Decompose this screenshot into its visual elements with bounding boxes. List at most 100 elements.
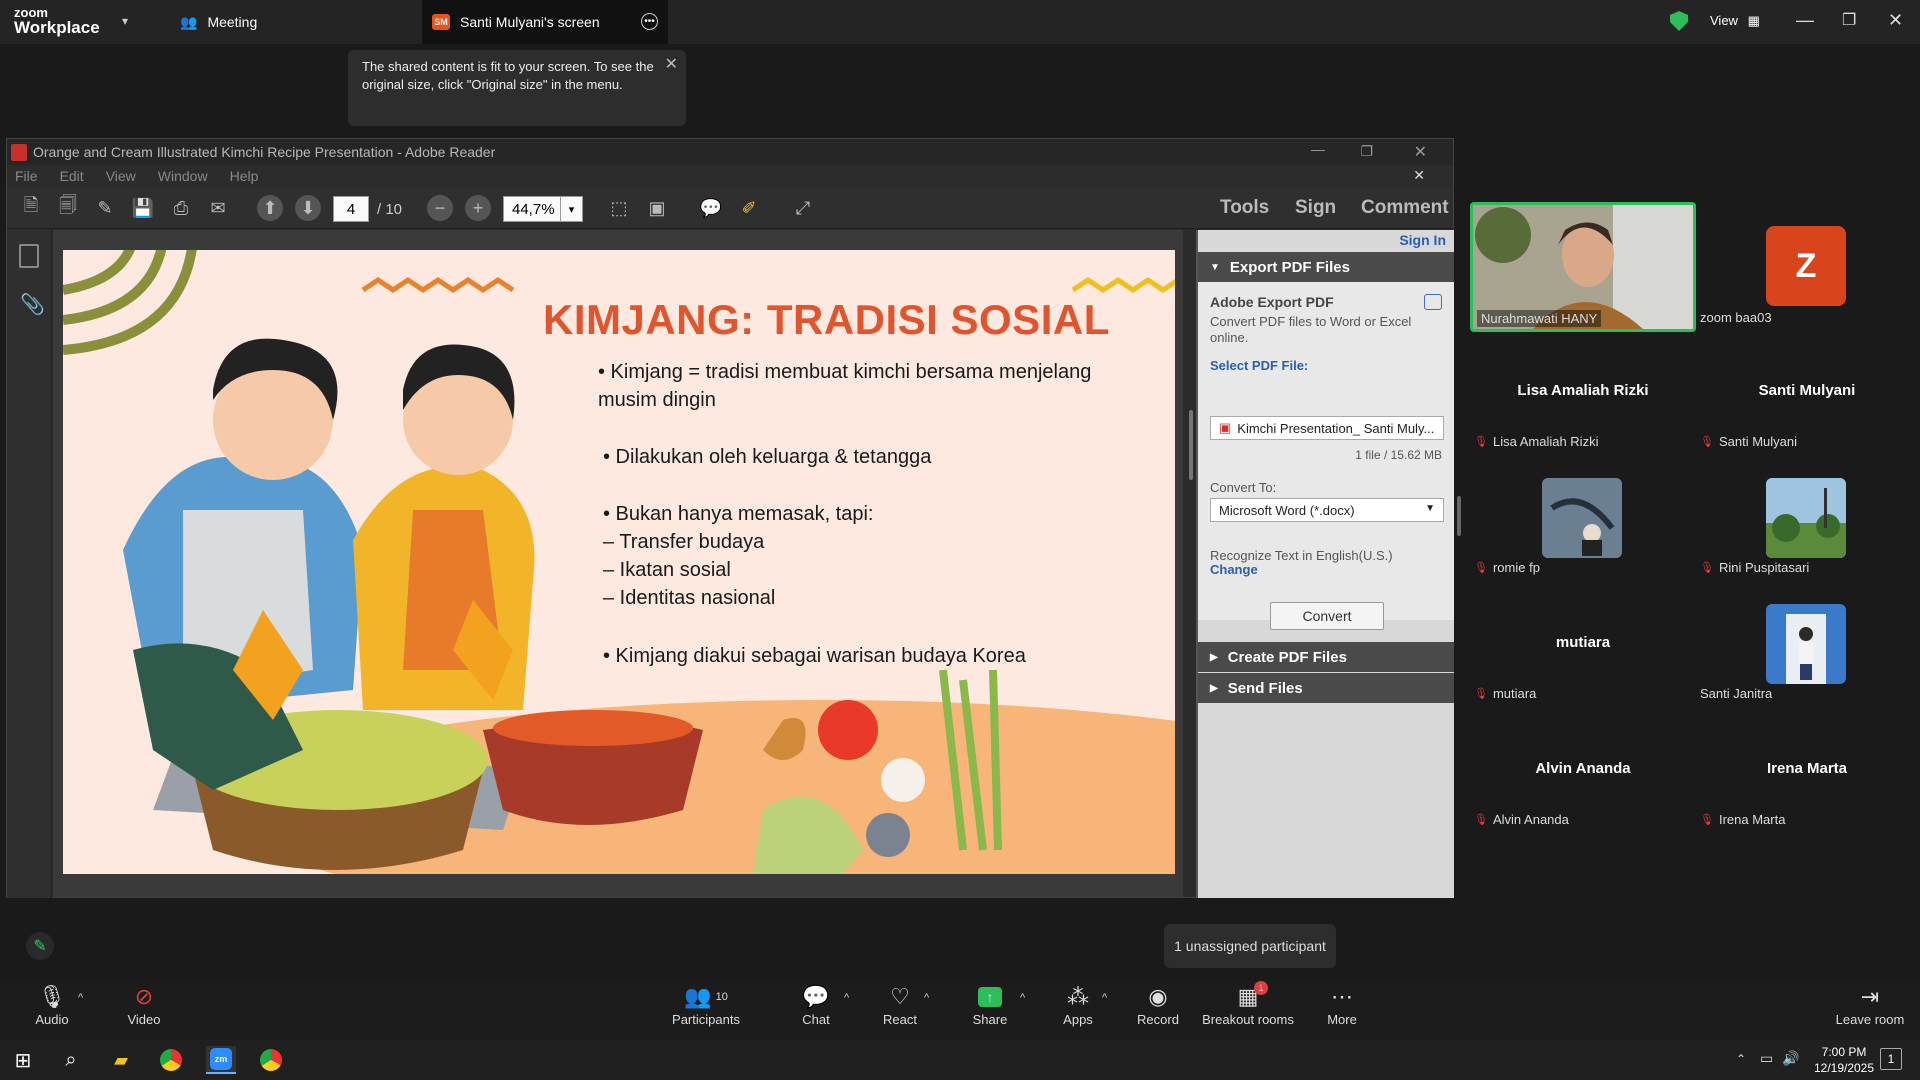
chat-button[interactable]: 💬 Chat <box>776 982 856 1027</box>
reader-restore-icon[interactable]: ❐ <box>1360 143 1373 160</box>
edit-pdf-icon[interactable]: ✎ <box>91 195 119 221</box>
active-speaker-tile[interactable]: Nurahmawati HANY <box>1470 202 1696 332</box>
more-options-icon[interactable]: ••• <box>641 13 658 30</box>
search-icon[interactable]: ⌕ <box>56 1046 86 1074</box>
close-document-icon[interactable]: ✕ <box>1413 167 1425 184</box>
slide-bullet-2: • Dilakukan oleh keluarga & tetangga <box>603 446 932 468</box>
menu-edit[interactable]: Edit <box>60 168 84 184</box>
volume-icon[interactable]: 🔊 <box>1782 1050 1799 1067</box>
avatar-image <box>1542 478 1622 558</box>
slide-bullet-4: • Kimjang diakui sebagai warisan budaya … <box>603 645 1026 667</box>
chrome-icon[interactable] <box>156 1046 186 1074</box>
apps-button[interactable]: ⁂ Apps <box>1038 982 1118 1027</box>
page-thumbnails-icon[interactable] <box>19 244 39 268</box>
windows-start-icon[interactable]: ⊞ <box>8 1046 38 1074</box>
tooltip-text: The shared content is fit to your screen… <box>362 59 654 92</box>
close-tooltip-icon[interactable]: ✕ <box>665 56 678 74</box>
reader-minimize-icon[interactable]: — <box>1311 141 1325 157</box>
shield-icon[interactable] <box>1670 11 1688 31</box>
breakout-rooms-button[interactable]: ▦ 1 Breakout rooms <box>1196 981 1300 1027</box>
fit-page-icon[interactable]: ⬚ <box>605 195 633 221</box>
create-pdf-icon[interactable]: 🗎 <box>17 195 45 221</box>
close-icon[interactable]: ✕ <box>1888 10 1903 31</box>
page-number-input[interactable]: 4 <box>333 196 369 222</box>
zoom-out-icon[interactable]: − <box>427 195 453 221</box>
network-icon[interactable]: ▭ <box>1760 1050 1773 1067</box>
participant-name-label: Santi Janitra <box>1700 686 1773 701</box>
sign-in-link[interactable]: Sign In <box>1399 232 1446 248</box>
export-info-icon[interactable] <box>1424 294 1442 310</box>
react-button[interactable]: ♡ React <box>860 982 940 1027</box>
document-scrollbar[interactable] <box>1189 410 1193 480</box>
export-pdf-body: Adobe Export PDF Convert PDF files to Wo… <box>1198 282 1454 630</box>
sign-button[interactable]: Sign <box>1295 197 1336 219</box>
zoom-taskbar-icon[interactable]: zm <box>206 1046 236 1074</box>
react-options-chevron-icon[interactable]: ^ <box>924 992 929 1004</box>
menu-file[interactable]: File <box>15 168 38 184</box>
selected-file-box[interactable]: ▣ Kimchi Presentation_ Santi Muly... <box>1210 416 1444 440</box>
print-icon[interactable]: ⎙ <box>167 195 195 221</box>
menu-view[interactable]: View <box>106 168 136 184</box>
more-button[interactable]: ⋯ More <box>1302 982 1382 1027</box>
audio-button[interactable]: 🎙 Audio <box>12 982 92 1027</box>
slide-bullet-1: • Kimjang = tradisi membuat kimchi bersa… <box>598 361 1092 383</box>
tab-meeting[interactable]: 👥 Meeting <box>168 0 269 44</box>
menu-window[interactable]: Window <box>158 168 208 184</box>
save-icon[interactable]: 💾 <box>129 195 157 221</box>
apps-options-chevron-icon[interactable]: ^ <box>1102 992 1107 1004</box>
audio-options-chevron-icon[interactable]: ^ <box>78 992 83 1004</box>
format-select[interactable]: Microsoft Word (*.docx) ▼ <box>1210 498 1444 522</box>
participant-display-name: Santi Mulyani <box>1758 382 1856 399</box>
file-explorer-icon[interactable]: ▰ <box>106 1046 136 1074</box>
tools-button[interactable]: Tools <box>1220 197 1269 219</box>
send-files-header-label: Send Files <box>1227 679 1303 697</box>
zoom-dropdown-icon[interactable]: ▾ <box>560 197 582 221</box>
clock[interactable]: 7:00 PM 12/19/2025 <box>1812 1044 1876 1076</box>
change-language-link[interactable]: Change <box>1210 562 1258 577</box>
fit-width-icon[interactable]: ▣ <box>643 195 671 221</box>
leave-room-button[interactable]: ⇥ Leave room <box>1830 982 1910 1027</box>
tab-shared-screen[interactable]: SM Santi Mulyani's screen ••• <box>422 0 668 44</box>
attachments-icon[interactable]: 📎 <box>20 292 45 317</box>
view-button[interactable]: View ▦ <box>1710 13 1760 29</box>
highlight-icon[interactable]: ✐ <box>735 195 763 221</box>
share-options-chevron-icon[interactable]: ^ <box>1020 992 1025 1004</box>
video-button[interactable]: ⊘ Video <box>104 982 184 1027</box>
fullscreen-icon[interactable]: ⤢ <box>789 195 817 221</box>
share-button[interactable]: ↑ Share <box>950 982 1030 1027</box>
slide-bullet-1-cont: musim dingin <box>598 389 716 411</box>
export-pdf-header[interactable]: ▼ Export PDF Files <box>1198 252 1454 282</box>
breakout-rooms-icon: ▦ 1 <box>1238 981 1268 1012</box>
menu-help[interactable]: Help <box>230 168 259 184</box>
chevron-down-icon[interactable]: ▾ <box>122 14 128 28</box>
send-files-header[interactable]: ▶ Send Files <box>1198 673 1454 703</box>
reader-close-icon[interactable]: ✕ <box>1414 142 1427 162</box>
previous-page-icon[interactable]: ⬆ <box>257 195 283 221</box>
participant-label: 🎙 Rini Puspitasari <box>1700 560 1809 575</box>
participant-display-name: Lisa Amaliah Rizki <box>1517 382 1649 399</box>
chat-options-chevron-icon[interactable]: ^ <box>844 992 849 1004</box>
reader-toolbar: 🗎 🗐 ✎ 💾 ⎙ ✉ ⬆ ⬇ 4 / 10 − + 44,7% ▾ ⬚ ▣ 💬… <box>7 187 1453 229</box>
more-label: More <box>1327 1012 1357 1027</box>
notifications-icon[interactable]: 1 <box>1880 1048 1902 1070</box>
chrome-taskbar-icon[interactable] <box>256 1046 286 1074</box>
apps-icon: ⁂ <box>1067 984 1089 1009</box>
zoom-in-icon[interactable]: + <box>465 195 491 221</box>
comment-bubble-icon[interactable]: 💬 <box>697 195 725 221</box>
participant-display-name: Irena Marta <box>1766 760 1848 777</box>
annotate-pen-icon[interactable]: ✎ <box>26 932 54 960</box>
email-icon[interactable]: ✉ <box>204 195 232 221</box>
comment-button[interactable]: Comment <box>1361 197 1449 219</box>
unassigned-participant-notice[interactable]: 1 unassigned participant <box>1164 924 1336 968</box>
participants-button[interactable]: 👥 10 Participants <box>666 982 746 1027</box>
restore-icon[interactable]: ❐ <box>1842 10 1856 30</box>
export-pdf-icon[interactable]: 🗐 <box>54 195 82 221</box>
convert-button[interactable]: Convert <box>1270 602 1384 630</box>
record-button[interactable]: ◉ Record <box>1118 982 1198 1027</box>
minimize-icon[interactable]: — <box>1796 10 1814 31</box>
zoom-level-select[interactable]: 44,7% ▾ <box>503 196 583 222</box>
show-hidden-icons-icon[interactable]: ⌃ <box>1736 1052 1746 1066</box>
slide-sub-bullet-2: – Ikatan sosial <box>603 559 731 581</box>
next-page-icon[interactable]: ⬇ <box>295 195 321 221</box>
create-pdf-header[interactable]: ▶ Create PDF Files <box>1198 642 1454 672</box>
